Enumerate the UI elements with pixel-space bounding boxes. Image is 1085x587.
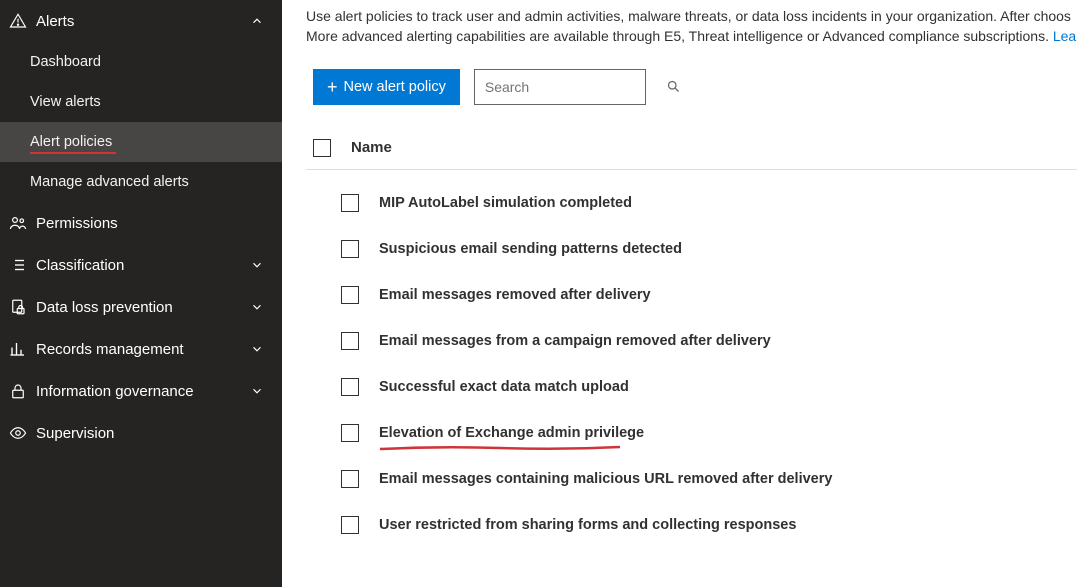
nav-section-dlp[interactable]: Data loss prevention xyxy=(0,286,282,328)
row-checkbox[interactable] xyxy=(341,516,359,534)
button-label: New alert policy xyxy=(344,79,446,95)
table-row[interactable]: Successful exact data match upload xyxy=(306,364,1077,410)
table-row[interactable]: Suspicious email sending patterns detect… xyxy=(306,226,1077,272)
table-row[interactable]: Email messages containing malicious URL … xyxy=(306,456,1077,502)
table-row[interactable]: MIP AutoLabel simulation completed xyxy=(306,180,1077,226)
nav-section-label: Classification xyxy=(36,257,250,274)
nav-section-label: Information governance xyxy=(36,383,250,400)
intro-text: Use alert policies to track user and adm… xyxy=(306,6,1085,47)
nav-section-label: Permissions xyxy=(36,215,266,232)
row-checkbox[interactable] xyxy=(341,470,359,488)
table-row[interactable]: Email messages from a campaign removed a… xyxy=(306,318,1077,364)
nav-section-classification[interactable]: Classification xyxy=(0,244,282,286)
policy-name[interactable]: Email messages removed after delivery xyxy=(379,287,651,303)
chevron-down-icon xyxy=(250,342,266,356)
nav-section-label: Alerts xyxy=(36,13,250,30)
sidebar-item-label: Dashboard xyxy=(30,54,101,70)
new-alert-policy-button[interactable]: + New alert policy xyxy=(313,69,460,105)
intro-line-1: Use alert policies to track user and adm… xyxy=(306,6,1081,26)
nav-section-permissions[interactable]: Permissions xyxy=(0,202,282,244)
row-checkbox[interactable] xyxy=(341,378,359,396)
intro-line-2: More advanced alerting capabilities are … xyxy=(306,26,1081,46)
sidebar-item-label: Alert policies xyxy=(30,134,112,150)
plus-icon: + xyxy=(327,78,338,96)
sidebar-item-alert-policies[interactable]: Alert policies xyxy=(0,122,282,162)
nav-section-label: Data loss prevention xyxy=(36,299,250,316)
policy-name[interactable]: User restricted from sharing forms and c… xyxy=(379,517,796,533)
list-icon xyxy=(8,256,28,274)
search-input[interactable] xyxy=(485,79,666,95)
select-all-checkbox[interactable] xyxy=(313,139,331,157)
search-box[interactable] xyxy=(474,69,646,105)
sidebar-item-view-alerts[interactable]: View alerts xyxy=(0,82,282,122)
policy-name[interactable]: MIP AutoLabel simulation completed xyxy=(379,195,632,211)
list-header: Name xyxy=(306,131,1077,170)
sidebar: Alerts Dashboard View alerts Alert polic… xyxy=(0,0,282,587)
policy-name[interactable]: Email messages from a campaign removed a… xyxy=(379,333,771,349)
learn-more-link[interactable]: Lea xyxy=(1053,28,1076,44)
toolbar: + New alert policy xyxy=(313,69,1085,105)
nav-sub-alerts: Dashboard View alerts Alert policies Man… xyxy=(0,42,282,202)
row-checkbox[interactable] xyxy=(341,194,359,212)
chevron-down-icon xyxy=(250,384,266,398)
chevron-down-icon xyxy=(250,258,266,272)
policy-name[interactable]: Elevation of Exchange admin privilege xyxy=(379,425,644,441)
row-checkbox[interactable] xyxy=(341,332,359,350)
nav-section-supervision[interactable]: Supervision xyxy=(0,412,282,454)
policy-list: Name MIP AutoLabel simulation completed … xyxy=(306,131,1085,587)
table-row[interactable]: User restricted from sharing forms and c… xyxy=(306,502,1077,548)
alert-icon xyxy=(8,12,28,30)
row-checkbox[interactable] xyxy=(341,424,359,442)
eye-icon xyxy=(8,424,28,442)
lock-document-icon xyxy=(8,298,28,316)
nav-section-records[interactable]: Records management xyxy=(0,328,282,370)
column-name[interactable]: Name xyxy=(351,139,392,156)
policy-name[interactable]: Email messages containing malicious URL … xyxy=(379,471,832,487)
chevron-down-icon xyxy=(250,300,266,314)
sidebar-item-dashboard[interactable]: Dashboard xyxy=(0,42,282,82)
row-checkbox[interactable] xyxy=(341,286,359,304)
nav-section-label: Supervision xyxy=(36,425,266,442)
nav-section-label: Records management xyxy=(36,341,250,358)
row-checkbox[interactable] xyxy=(341,240,359,258)
nav-section-alerts[interactable]: Alerts xyxy=(0,0,282,42)
main-content: Use alert policies to track user and adm… xyxy=(282,0,1085,587)
table-row[interactable]: Elevation of Exchange admin privilege xyxy=(306,410,1077,456)
table-row[interactable]: Email messages removed after delivery xyxy=(306,272,1077,318)
sidebar-item-label: View alerts xyxy=(30,94,101,110)
policy-name[interactable]: Suspicious email sending patterns detect… xyxy=(379,241,682,257)
search-icon xyxy=(666,79,681,94)
sidebar-item-label: Manage advanced alerts xyxy=(30,174,189,190)
annotation-underline xyxy=(30,152,116,154)
policy-name[interactable]: Successful exact data match upload xyxy=(379,379,629,395)
chevron-up-icon xyxy=(250,14,266,28)
lock-icon xyxy=(8,382,28,400)
nav-section-info-gov[interactable]: Information governance xyxy=(0,370,282,412)
annotation-underline xyxy=(380,445,620,448)
sidebar-item-manage-advanced-alerts[interactable]: Manage advanced alerts xyxy=(0,162,282,202)
people-icon xyxy=(8,214,28,232)
chart-icon xyxy=(8,340,28,358)
